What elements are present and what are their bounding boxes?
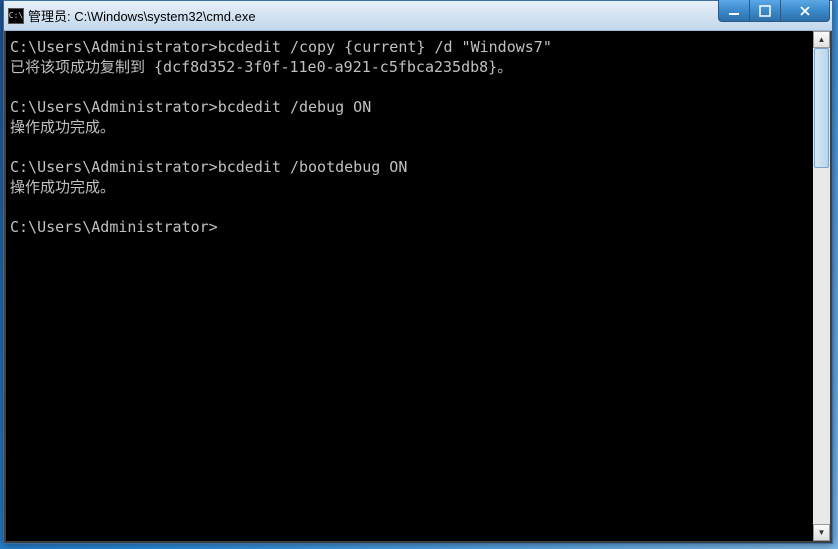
window-controls bbox=[719, 0, 830, 22]
scrollbar: ▲ ▼ bbox=[813, 31, 830, 541]
terminal-line: 操作成功完成。 bbox=[10, 177, 809, 197]
minimize-button[interactable] bbox=[718, 0, 750, 22]
maximize-button[interactable] bbox=[749, 0, 781, 22]
terminal-line: 操作成功完成。 bbox=[10, 117, 809, 137]
terminal-line: C:\Users\Administrator>bcdedit /copy {cu… bbox=[10, 37, 809, 57]
terminal-line bbox=[10, 197, 809, 217]
terminal-line: C:\Users\Administrator>bcdedit /bootdebu… bbox=[10, 157, 809, 177]
scroll-thumb[interactable] bbox=[814, 48, 829, 168]
terminal-output[interactable]: C:\Users\Administrator>bcdedit /copy {cu… bbox=[6, 31, 813, 541]
cmd-window: C:\ 管理员: C:\Windows\system32\cmd.exe C:\… bbox=[3, 0, 833, 544]
terminal-line: 已将该项成功复制到 {dcf8d352-3f0f-11e0-a921-c5fbc… bbox=[10, 57, 809, 77]
terminal-container: C:\Users\Administrator>bcdedit /copy {cu… bbox=[4, 31, 832, 543]
scroll-track[interactable] bbox=[813, 48, 830, 524]
terminal-line: C:\Users\Administrator>bcdedit /debug ON bbox=[10, 97, 809, 117]
terminal-line bbox=[10, 77, 809, 97]
terminal-line: C:\Users\Administrator> bbox=[10, 217, 809, 237]
scroll-down-button[interactable]: ▼ bbox=[813, 524, 830, 541]
close-button[interactable] bbox=[780, 0, 830, 22]
window-title: 管理员: C:\Windows\system32\cmd.exe bbox=[28, 6, 719, 25]
scroll-up-button[interactable]: ▲ bbox=[813, 31, 830, 48]
terminal-line bbox=[10, 137, 809, 157]
app-icon: C:\ bbox=[8, 8, 24, 24]
titlebar[interactable]: C:\ 管理员: C:\Windows\system32\cmd.exe bbox=[4, 1, 832, 31]
